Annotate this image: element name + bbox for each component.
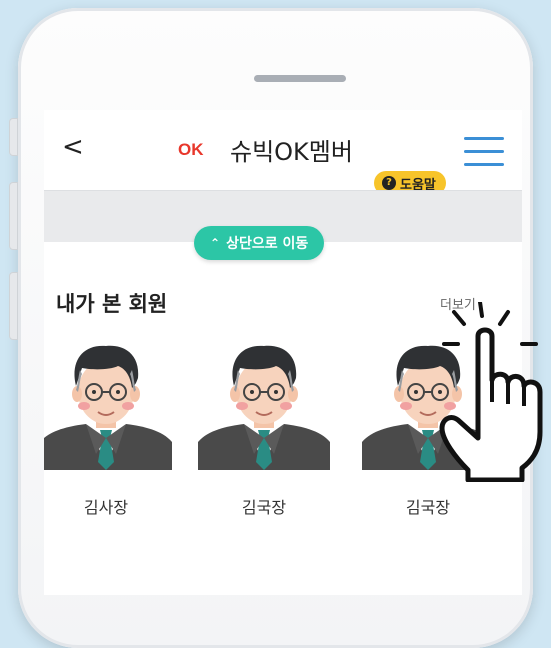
member-avatar	[44, 334, 172, 470]
question-icon: ?	[382, 176, 396, 190]
businessman-icon	[44, 345, 172, 470]
section-title: 내가 본 회원	[56, 288, 167, 318]
member-avatar	[198, 334, 330, 470]
member-name: 김사장	[83, 498, 129, 517]
back-button[interactable]: <	[62, 132, 84, 162]
businessman-icon	[198, 345, 330, 470]
member-name: 김국장	[405, 498, 451, 517]
section-title-highlight: 본 회원	[101, 292, 168, 316]
phone-side-button	[9, 118, 18, 156]
app-header: < OK 슈빅OK멤버 ? 도움말	[44, 110, 522, 195]
pointing-hand-icon	[439, 302, 543, 482]
section-title-prefix: 내가	[56, 292, 102, 316]
member-card[interactable]: 김국장	[198, 334, 330, 517]
scroll-to-top-label: 상단으로 이동	[226, 236, 309, 252]
scroll-to-top-button[interactable]: ⌃ 상단으로 이동	[194, 226, 325, 260]
phone-side-button	[9, 272, 18, 340]
page-title: 슈빅OK멤버	[230, 138, 353, 166]
member-card[interactable]: 김사장	[44, 334, 172, 517]
chevron-up-icon: ⌃	[210, 236, 221, 250]
member-name: 김국장	[241, 498, 287, 517]
hamburger-menu-icon[interactable]	[464, 137, 504, 167]
phone-side-button	[9, 182, 18, 250]
ok-logo: OK	[178, 140, 204, 159]
phone-speaker	[254, 75, 346, 82]
